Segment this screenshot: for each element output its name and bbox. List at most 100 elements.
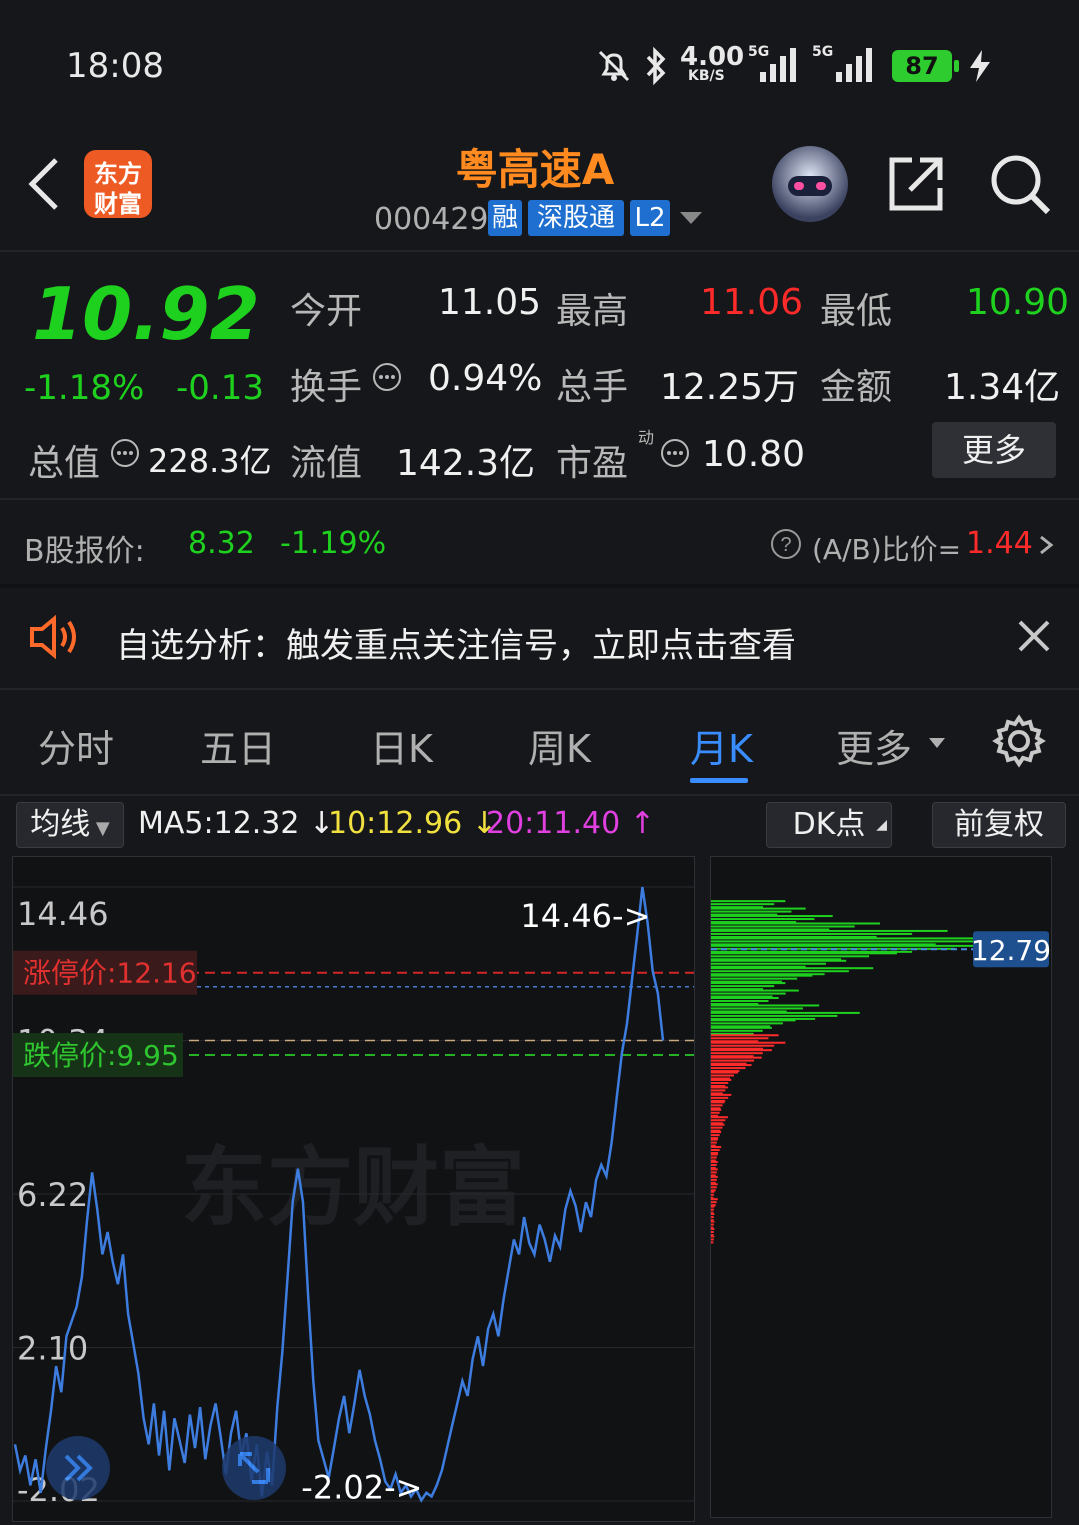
profile-bar-green <box>711 907 806 910</box>
profile-bar-green <box>711 982 786 985</box>
status-bar: 18:08 4.00 KB/S 5G 5G 87 <box>0 0 1079 130</box>
divider <box>0 498 1079 500</box>
volume-profile-svg: 12.79 <box>711 900 1051 1244</box>
high-label: 最高 <box>556 291 629 332</box>
arrow-up-icon: ↑ <box>629 806 655 841</box>
badge-margin: 融 <box>488 200 522 236</box>
profile-bar-green <box>711 952 897 955</box>
ma10-value: 10:12.96 ↓ <box>328 806 497 841</box>
tab-month-k[interactable]: 月K <box>690 718 753 773</box>
tab-week-k[interactable]: 周K <box>528 718 591 773</box>
adjust-button[interactable]: 前复权 <box>932 802 1066 848</box>
expand-chart-button[interactable] <box>46 1436 110 1500</box>
profile-bar-red <box>711 1059 755 1062</box>
profile-bar-red <box>711 1160 718 1163</box>
more-button[interactable]: 更多 <box>932 422 1056 478</box>
float-value: 142.3亿 <box>396 443 536 484</box>
profile-bar-red <box>711 1223 714 1226</box>
chevron-right-icon[interactable] <box>1036 534 1056 556</box>
net-speed-unit: KB/S <box>688 68 725 84</box>
profile-bar-green <box>711 1011 860 1014</box>
profile-bar-green <box>711 900 786 903</box>
status-time: 18:08 <box>66 46 164 86</box>
speaker-icon <box>28 614 82 660</box>
profile-bar-red <box>711 1071 739 1074</box>
profile-bar-green <box>711 992 786 995</box>
mktcap-label: 总值 <box>28 443 101 484</box>
profile-bar-green <box>711 989 799 992</box>
settings-gear-icon[interactable] <box>992 714 1046 768</box>
profile-bar-red <box>711 1096 729 1099</box>
more-info-icon[interactable] <box>372 362 402 392</box>
app-logo[interactable]: 东方 财富 <box>84 150 152 218</box>
profile-bar-green <box>711 910 792 913</box>
profile-bar-green <box>711 1019 796 1022</box>
y-axis-label: 6.22 <box>17 1176 88 1214</box>
y-axis-label: 14.46 <box>17 895 109 933</box>
badge-sgt: 深股通 <box>528 200 624 236</box>
tab-day-k[interactable]: 日K <box>370 718 433 773</box>
more-info-icon[interactable] <box>660 438 690 468</box>
pe-superscript: 动 <box>638 428 655 447</box>
tab-minute[interactable]: 分时 <box>38 718 114 773</box>
profile-bar-red <box>711 1074 734 1077</box>
pe-label: 市盈 <box>556 443 629 484</box>
profile-bar-red <box>711 1141 717 1144</box>
profile-bar-red <box>711 1123 725 1126</box>
close-icon[interactable] <box>1016 618 1052 654</box>
price-chart[interactable]: 东方财富14.4610.346.222.10-2.02涨停价:12.16跌停价:… <box>12 856 695 1522</box>
profile-bar-green <box>711 959 847 962</box>
profile-bar-red <box>711 1104 723 1107</box>
profile-bar-red <box>711 1163 717 1166</box>
profile-bar-red <box>711 1193 714 1196</box>
profile-bar-red <box>711 1037 769 1040</box>
dk-point-button[interactable]: DK点 ◢ <box>766 802 892 848</box>
profile-bar-red <box>711 1178 717 1181</box>
battery-icon: 87 <box>892 50 952 82</box>
robot-assistant-icon[interactable] <box>772 146 848 222</box>
back-icon[interactable] <box>22 154 66 214</box>
b-share-label: B股报价: <box>24 534 145 569</box>
notice-bar[interactable]: 自选分析：触发重点关注信号，立即点击查看 <box>0 588 1079 688</box>
corner-arrow-icon: ◢ <box>876 817 887 833</box>
profile-bar-red <box>711 1134 720 1137</box>
profile-bar-green <box>711 929 948 932</box>
profile-bar-red <box>711 1201 717 1204</box>
profile-bar-red <box>711 1213 715 1216</box>
b-share-price: 8.32 <box>188 526 255 561</box>
period-tabs: 分时 五日 日K 周K 月K 更多 <box>0 690 1079 794</box>
profile-bar-green <box>711 925 855 928</box>
watermark: 东方财富 <box>181 1140 525 1236</box>
open-label: 今开 <box>290 291 363 332</box>
profile-bar-green <box>711 915 833 918</box>
search-icon[interactable] <box>988 152 1052 216</box>
profile-bar-red <box>711 1093 732 1096</box>
help-icon[interactable]: ? <box>770 528 802 560</box>
chart-toolbar: 均线 ▼ MA5:12.32 ↓ 10:12.96 ↓ 20:11.40 ↑ D… <box>0 796 1079 856</box>
tab-five-day[interactable]: 五日 <box>200 718 276 773</box>
profile-bar-red <box>711 1153 718 1156</box>
stock-code: 000429 <box>374 202 489 237</box>
profile-bar-red <box>711 1156 717 1159</box>
low-label: 最低 <box>820 291 893 332</box>
profile-bar-green <box>711 922 880 925</box>
profile-bar-red <box>711 1149 720 1152</box>
profile-bar-red <box>711 1116 728 1119</box>
profile-bar-red <box>711 1241 714 1244</box>
ma-select[interactable]: 均线 ▼ <box>16 802 124 848</box>
more-info-icon[interactable] <box>110 438 140 468</box>
ma-select-label: 均线 <box>30 807 91 842</box>
notice-text[interactable]: 自选分析：触发重点关注信号，立即点击查看 <box>116 618 796 667</box>
tab-more[interactable]: 更多 <box>836 718 912 773</box>
ma20-value: 20:11.40 ↑ <box>486 806 655 841</box>
volume-profile-chart: 12.79 <box>710 856 1052 1518</box>
chevron-down-icon[interactable] <box>678 210 704 226</box>
profile-bar-green <box>711 944 999 947</box>
arrow-corner-icon <box>238 1452 270 1484</box>
profile-bar-red <box>711 1138 718 1141</box>
share-icon[interactable] <box>886 154 946 214</box>
b-share-percent: -1.19% <box>280 526 387 561</box>
reset-zoom-button[interactable] <box>222 1436 286 1500</box>
mktcap-value: 228.3亿 <box>148 442 272 480</box>
quote-panel: 10.92 -1.18% -0.13 今开 11.05 最高 11.06 最低 … <box>0 250 1079 580</box>
